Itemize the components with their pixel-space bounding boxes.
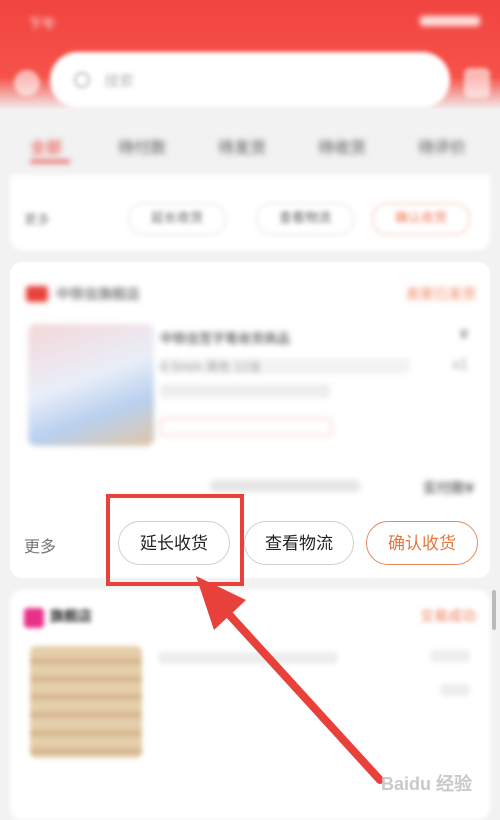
product-thumbnail[interactable]: [28, 324, 154, 446]
scrollbar[interactable]: [492, 590, 496, 630]
extend-receipt-button[interactable]: 延长收货: [118, 521, 230, 565]
search-icon: [74, 72, 90, 88]
shop-name[interactable]: 旗舰店: [50, 606, 310, 626]
product-price-line: [430, 650, 470, 662]
tab-pending-payment[interactable]: 待付款: [118, 134, 166, 158]
previous-order-card: 更多 延长收货 查看物流 确认收货: [10, 175, 490, 250]
product-quantity-line: [440, 684, 470, 696]
search-placeholder: 搜索: [104, 72, 135, 90]
tab-all[interactable]: 全部: [30, 134, 62, 158]
shop-logo-icon: [26, 286, 48, 302]
view-logistics-button[interactable]: 查看物流: [256, 203, 354, 235]
product-sku: 0.5mm 黑色 12支: [160, 358, 410, 374]
status-bar: 下午: [0, 0, 500, 40]
view-logistics-button[interactable]: 查看物流: [244, 521, 354, 565]
confirm-receipt-button[interactable]: 确认收货: [372, 203, 470, 235]
product-quantity: x1: [452, 358, 468, 373]
confirm-receipt-button[interactable]: 确认收货: [366, 521, 478, 565]
watermark-logo: Baidu 经验: [380, 774, 472, 794]
tab-pending-receipt[interactable]: 待收货: [318, 134, 366, 158]
search-input[interactable]: 搜索: [50, 52, 450, 108]
tab-pending-review[interactable]: 待评价: [418, 134, 466, 158]
extend-receipt-button[interactable]: 延长收货: [128, 203, 226, 235]
more-link[interactable]: 更多: [24, 209, 50, 228]
shop-logo-icon: [24, 608, 44, 628]
product-tags: [160, 418, 332, 436]
tab-pending-shipment[interactable]: 待发货: [218, 134, 266, 158]
product-title[interactable]: 中铁信签字笔收货商品: [160, 328, 410, 347]
order-total: 实付款¥: [423, 481, 474, 497]
tab-active-indicator: [30, 160, 70, 163]
order-tabs: 全部 待付款 待发货 待收货 待评价: [0, 112, 500, 174]
status-time: 下午: [28, 17, 56, 33]
header: 下午 搜索: [0, 0, 500, 110]
shop-name[interactable]: 中铁信旗舰店: [56, 284, 140, 304]
more-actions-link[interactable]: 更多: [24, 533, 56, 557]
product-title-line: [158, 652, 338, 664]
order-status: 卖家已发货: [406, 287, 476, 303]
total-summary-line: [210, 480, 360, 492]
product-thumbnail[interactable]: [30, 646, 142, 758]
back-button[interactable]: [14, 70, 40, 96]
product-price: ¥: [459, 328, 468, 343]
status-icons: [420, 16, 480, 26]
product-detail-line: [160, 384, 330, 398]
order-status: 交易成功: [420, 609, 476, 625]
more-menu-button[interactable]: [464, 68, 490, 98]
